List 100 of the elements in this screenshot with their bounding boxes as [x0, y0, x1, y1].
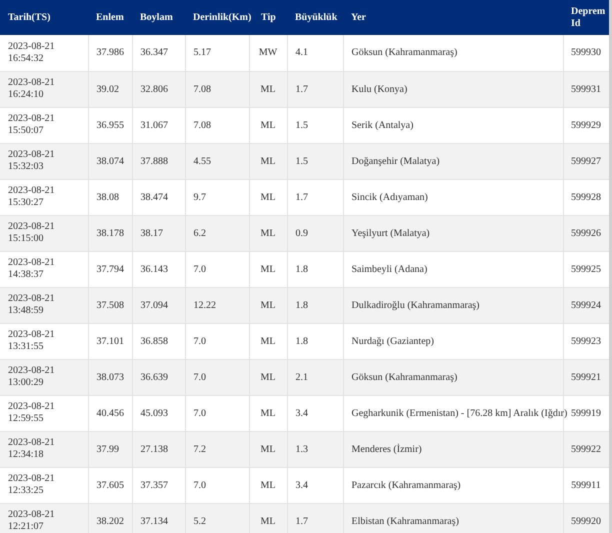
table-cell: 2023-08-21 12:59:55 [8, 401, 55, 425]
table-cell: 36.639 [140, 372, 168, 382]
table-cell: ML [260, 300, 276, 310]
table-cell: 12.22 [194, 300, 216, 310]
table-cell: 38.17 [140, 228, 163, 238]
table-cell: ML [260, 336, 276, 346]
table-cell: 45.093 [140, 408, 168, 418]
table-cell: 599931 [571, 84, 601, 94]
table-cell: 1.5 [296, 156, 308, 166]
table-cell: Sincik (Adıyaman) [352, 192, 428, 202]
table-cell: 32.806 [140, 84, 168, 94]
table-cell: 4.55 [194, 156, 211, 166]
table-cell: 2023-08-21 16:24:10 [8, 77, 55, 101]
table-cell: 36.955 [96, 120, 124, 130]
table-cell: 37.357 [140, 480, 168, 490]
table-cell: 2023-08-21 15:32:03 [8, 149, 55, 173]
table-cell: 38.202 [96, 516, 124, 526]
table-cell: 7.2 [194, 444, 206, 454]
table-cell: 1.7 [296, 84, 308, 94]
column-header: Yer [343, 0, 563, 35]
table-cell: Doğanşehir (Malatya) [352, 156, 440, 166]
table-cell: 599930 [571, 47, 601, 58]
table-cell: 37.888 [140, 156, 168, 166]
table-cell: 37.794 [96, 264, 124, 274]
table-cell: 2023-08-21 13:00:29 [8, 365, 55, 389]
table-cell: 5.2 [194, 516, 206, 526]
table-cell: 9.7 [194, 192, 206, 202]
table-cell: 38.08 [96, 192, 119, 202]
table-cell: 31.067 [140, 120, 168, 130]
table-cell: 599928 [571, 192, 601, 202]
table-cell: 599924 [571, 300, 601, 310]
table-cell: 599920 [571, 516, 601, 526]
table-cell: 37.101 [96, 336, 124, 346]
table-cell: 37.605 [96, 480, 124, 490]
table-cell: MW [258, 47, 278, 58]
column-header: Boylam [132, 0, 185, 35]
table-cell: 2023-08-21 13:31:55 [8, 329, 55, 353]
table-cell: 27.138 [140, 444, 168, 454]
table-cell: 599929 [571, 120, 601, 130]
table-cell: 37.134 [140, 516, 168, 526]
table-cell: 2.1 [296, 372, 308, 382]
table-cell: ML [260, 84, 276, 94]
table-cell: 38.074 [96, 156, 124, 166]
table-cell: 6.2 [194, 228, 206, 238]
table-cell: 1.5 [296, 120, 308, 130]
table-cell: ML [260, 156, 276, 166]
table-cell: ML [260, 444, 276, 454]
table-cell: 599925 [571, 264, 601, 274]
table-cell: ML [260, 192, 276, 202]
table-cell: 7.0 [194, 408, 206, 418]
table-cell: Saimbeyli (Adana) [352, 264, 428, 274]
table-cell: 3.4 [296, 480, 308, 490]
table-cell: 40.456 [96, 408, 124, 418]
column-header: Deprem Id [563, 0, 609, 35]
table-cell: 37.99 [96, 444, 119, 454]
table-cell: 2023-08-21 15:30:27 [8, 185, 55, 209]
table-cell: 7.08 [194, 84, 211, 94]
table-cell: 37.508 [96, 300, 124, 310]
table-cell: 39.02 [96, 84, 119, 94]
column-header: Büyüklük [287, 0, 343, 35]
table-cell: Nurdağı (Gaziantep) [352, 336, 434, 346]
table-cell: 599919 [571, 408, 601, 418]
table-cell: 2023-08-21 13:48:59 [8, 293, 55, 317]
table-cell: 36.858 [140, 336, 168, 346]
table-cell: 7.08 [194, 120, 211, 130]
table-cell: 37.094 [140, 300, 168, 310]
table-cell: Kulu (Konya) [352, 84, 408, 94]
table-cell: Pazarcık (Kahramanmaraş) [352, 480, 461, 490]
table-cell: Dulkadiroğlu (Kahramanmaraş) [352, 300, 480, 310]
table-cell: ML [260, 372, 276, 382]
table-cell: 599922 [571, 444, 601, 454]
table-cell: ML [260, 120, 276, 130]
table-cell: 1.7 [296, 516, 308, 526]
table-cell: 7.0 [194, 372, 206, 382]
table-cell: 1.3 [296, 444, 308, 454]
column-header: Enlem [88, 0, 132, 35]
table-cell: ML [260, 228, 276, 238]
table-cell: 38.178 [96, 228, 124, 238]
table-cell: Gegharkunik (Ermenistan) - [76.28 km] Aralık (Iğdır) [352, 408, 568, 418]
table-cell: 4.1 [296, 47, 308, 58]
table-cell: 599926 [571, 228, 601, 238]
table-cell: ML [260, 264, 276, 274]
table-cell: Serik (Antalya) [352, 120, 414, 130]
table-cell: 1.8 [296, 264, 308, 274]
table-cell: 2023-08-21 15:50:07 [8, 113, 55, 137]
table-cell: 36.347 [140, 47, 168, 58]
table-cell: 599927 [571, 156, 601, 166]
table-cell: 1.8 [296, 300, 308, 310]
table-cell: ML [260, 480, 276, 490]
table-cell: 2023-08-21 16:54:32 [8, 40, 55, 65]
table-cell: 599911 [571, 480, 601, 490]
table-cell: 3.4 [296, 408, 308, 418]
table-cell: ML [260, 408, 276, 418]
table-cell: Elbistan (Kahramanmaraş) [352, 516, 459, 526]
table-cell: 599921 [571, 372, 601, 382]
table-cell: 7.0 [194, 264, 206, 274]
table-cell: 2023-08-21 12:33:25 [8, 473, 55, 497]
table-cell: 7.0 [194, 336, 206, 346]
table-cell: 7.0 [194, 480, 206, 490]
table-cell: 1.7 [296, 192, 308, 202]
